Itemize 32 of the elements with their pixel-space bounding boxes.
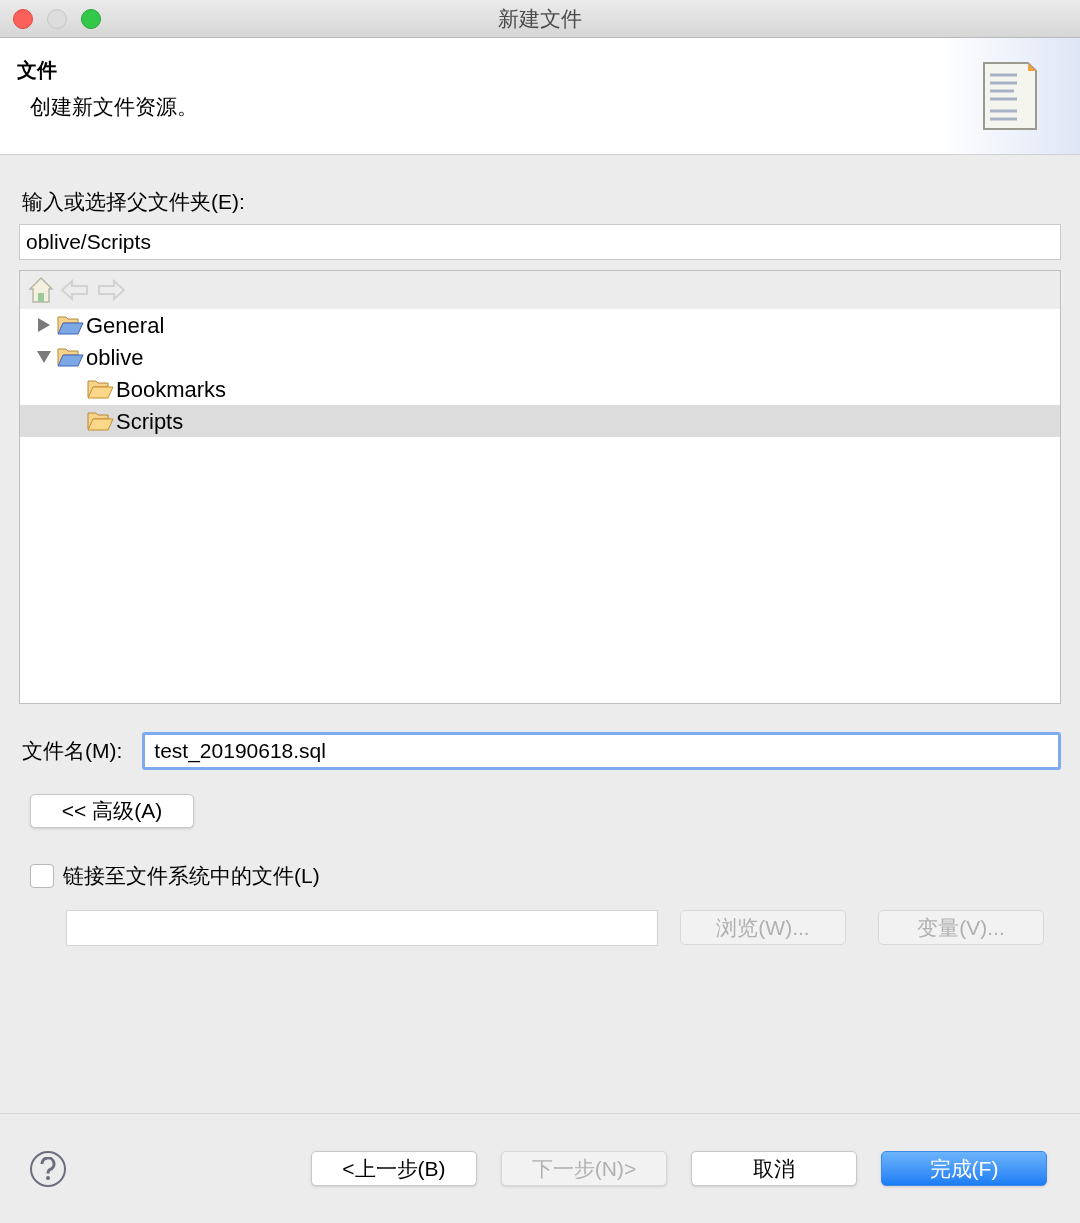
folder-path-field[interactable]: oblive/Scripts — [19, 224, 1061, 260]
close-button[interactable] — [13, 9, 33, 29]
tree-item[interactable]: Scripts — [20, 405, 1060, 437]
link-checkbox[interactable] — [30, 863, 54, 888]
dialog-button[interactable]: <上一步(B) — [311, 1151, 477, 1186]
window-title: 新建文件 — [498, 5, 582, 32]
field-label: 文件名(M): — [22, 738, 123, 765]
folder-icon — [86, 410, 114, 432]
back-arrow-icon[interactable] — [60, 278, 90, 302]
zoom-button[interactable] — [81, 9, 101, 29]
folder-icon — [56, 346, 84, 368]
header-description: 创建新文件资源。 — [29, 94, 198, 120]
advanced-button[interactable]: << 高级(A) — [30, 794, 194, 828]
tree-item[interactable]: oblive — [20, 341, 1060, 373]
header-title: 文件 — [17, 58, 58, 83]
dialog-button[interactable]: 取消 — [691, 1151, 857, 1186]
folder-icon — [86, 378, 114, 400]
field-label: 输入或选择父文件夹(E): — [22, 189, 246, 215]
forward-arrow-icon[interactable] — [96, 278, 126, 302]
expand-triangle-icon[interactable] — [38, 318, 50, 332]
checkbox-label: 链接至文件系统中的文件(L) — [63, 863, 320, 889]
minimize-button[interactable] — [47, 9, 67, 29]
link-path-field[interactable] — [66, 909, 658, 946]
home-icon[interactable] — [28, 276, 54, 304]
document-icon — [981, 60, 1039, 132]
folder-icon — [56, 314, 84, 336]
tree-item[interactable]: General — [20, 309, 1060, 341]
collapse-triangle-icon[interactable] — [37, 351, 51, 363]
file-name-field[interactable]: test_20190618.sql — [142, 732, 1061, 770]
tree-item[interactable]: Bookmarks — [20, 373, 1060, 405]
help-icon — [39, 1156, 57, 1181]
help-button[interactable] — [30, 1150, 66, 1187]
